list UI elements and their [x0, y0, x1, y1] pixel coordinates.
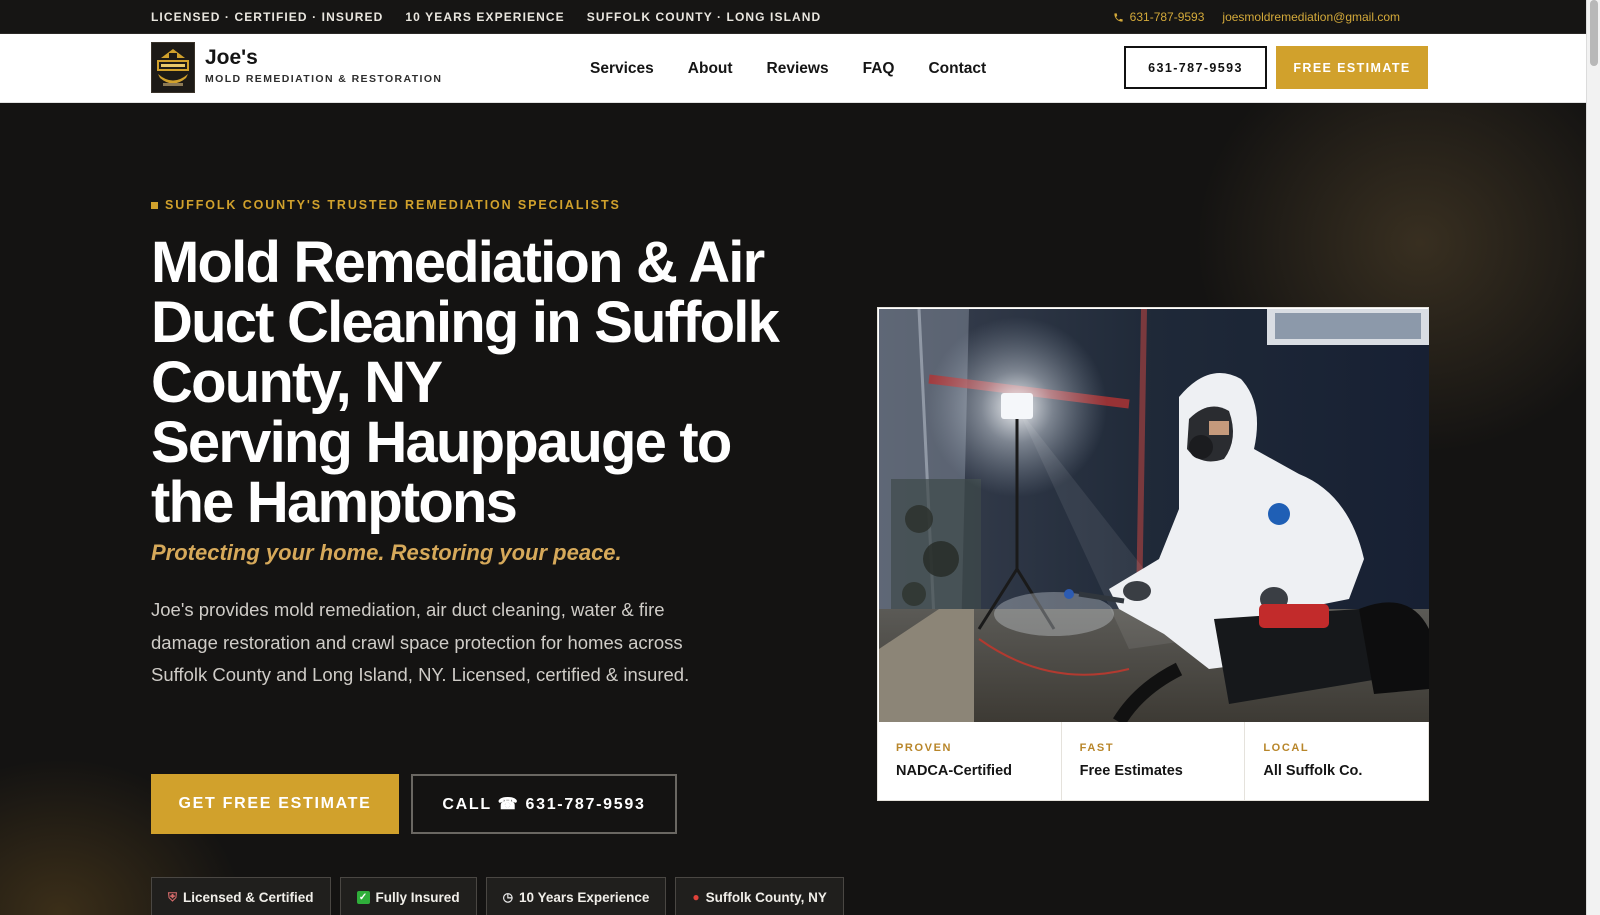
clock-icon: ◷ [502, 890, 514, 904]
stat-label: PROVEN [896, 742, 953, 754]
topbar-credentials: LICENSED · CERTIFIED · INSURED [151, 10, 384, 24]
hero-title-line: Mold Remediation & Air [151, 230, 765, 295]
hero-title-line: County, NY [151, 350, 443, 415]
call-phone-button[interactable]: CALL ☎ 631-787-9593 [411, 774, 677, 834]
stat-local: LOCAL All Suffolk Co. [1245, 722, 1428, 800]
scrollbar-thumb[interactable] [1590, 0, 1598, 66]
site-header: Joe's MOLD REMEDIATION & RESTORATION Ser… [0, 34, 1586, 103]
trust-badges: ⛨ Licensed & Certified ✓ Fully Insured ◷… [151, 877, 844, 915]
main-nav: Services About Reviews FAQ Contact [590, 34, 986, 103]
hero-eyebrow-text: SUFFOLK COUNTY'S TRUSTED REMEDIATION SPE… [165, 198, 621, 212]
hero-tagline: Protecting your home. Restoring your pea… [151, 540, 622, 565]
nav-faq[interactable]: FAQ [863, 60, 895, 78]
square-bullet-icon [151, 201, 158, 209]
badge-label: 10 Years Experience [519, 889, 650, 905]
page-scrollbar[interactable] [1586, 0, 1600, 915]
brand-tagline: MOLD REMEDIATION & RESTORATION [205, 73, 443, 85]
hero-title-line: Duct Cleaning in Suffolk [151, 290, 780, 355]
hero-section: SUFFOLK COUNTY'S TRUSTED REMEDIATION SPE… [0, 103, 1586, 915]
hero-title: Mold Remediation & Air Duct Cleaning in … [151, 233, 831, 533]
stat-value: Free Estimates [1079, 763, 1183, 779]
badge-label: Suffolk County, NY [705, 889, 827, 905]
top-info-bar: LICENSED · CERTIFIED · INSURED 10 YEARS … [0, 0, 1586, 34]
stat-value: NADCA-Certified [896, 763, 1012, 779]
badge-label: Fully Insured [375, 889, 460, 905]
stat-proven: PROVEN NADCA-Certified [878, 722, 1062, 800]
topbar-phone: 631-787-9593 [1129, 10, 1205, 24]
card-stats: PROVEN NADCA-Certified FAST Free Estimat… [878, 722, 1428, 800]
nav-reviews[interactable]: Reviews [767, 60, 829, 78]
header-free-estimate-button[interactable]: FREE ESTIMATE [1276, 46, 1428, 89]
joes-logo[interactable] [151, 42, 195, 93]
topbar-area: SUFFOLK COUNTY · LONG ISLAND [586, 10, 822, 24]
pin-icon: ● [692, 890, 700, 904]
topbar-phone-link[interactable]: 631-787-9593 [1113, 10, 1205, 24]
topbar-email-link[interactable]: joesmoldremediation@gmail.com [1222, 10, 1400, 24]
check-icon: ✓ [356, 890, 370, 904]
brand-name[interactable]: Joe's [205, 46, 258, 70]
stat-value: All Suffolk Co. [1263, 763, 1363, 779]
stat-fast: FAST Free Estimates [1062, 722, 1246, 800]
badge-label: Licensed & Certified [183, 889, 314, 905]
badge-experience: ◷ 10 Years Experience [485, 877, 667, 915]
topbar-experience: 10 YEARS EXPERIENCE [405, 10, 565, 24]
get-free-estimate-button[interactable]: GET FREE ESTIMATE [151, 774, 399, 834]
hero-eyebrow: SUFFOLK COUNTY'S TRUSTED REMEDIATION SPE… [151, 198, 621, 212]
header-phone-button[interactable]: 631-787-9593 [1124, 46, 1267, 89]
topbar-contact-group: 631-787-9593 joesmoldremediation@gmail.c… [1113, 0, 1400, 34]
badge-licensed: ⛨ Licensed & Certified [151, 877, 331, 915]
badge-insured: ✓ Fully Insured [339, 877, 477, 915]
phone-icon [1114, 12, 1123, 22]
badge-location: ● Suffolk County, NY [675, 877, 844, 915]
hero-image-card: PROVEN NADCA-Certified FAST Free Estimat… [877, 307, 1429, 801]
hero-description: Joe's provides mold remediation, air duc… [151, 599, 690, 685]
stat-label: FAST [1079, 742, 1115, 754]
nav-about[interactable]: About [688, 60, 733, 78]
topbar-credentials-group: LICENSED · CERTIFIED · INSURED 10 YEARS … [151, 0, 821, 34]
stat-label: LOCAL [1263, 742, 1310, 754]
shield-icon: ⛨ [168, 889, 178, 904]
hero-title-line: Serving Hauppauge to [151, 410, 732, 475]
hero-title-line: the Hamptons [151, 470, 518, 535]
nav-services[interactable]: Services [590, 60, 654, 78]
nav-contact[interactable]: Contact [928, 60, 986, 78]
technician-photo [879, 309, 1429, 722]
